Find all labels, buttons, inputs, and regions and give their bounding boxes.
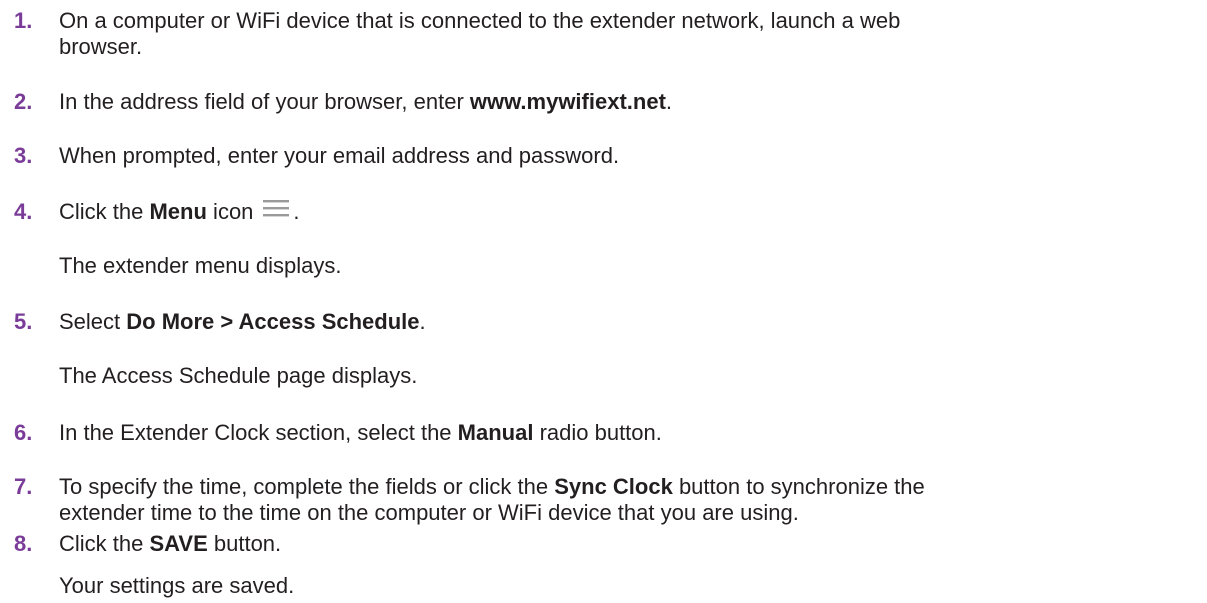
step-number: 1. [14,8,33,33]
step-8-result: Your settings are saved. [59,573,295,598]
menu-path: Do More > Access Schedule [126,309,420,334]
step-text-part: In the address field of your browser, en… [59,89,470,114]
step-text-part: icon [206,199,254,224]
step-text: To specify the time, complete the fields… [59,474,1199,526]
step-text-part: . [665,89,673,114]
step-text-part: To specify the time, complete the fields… [59,474,555,499]
step-number: 3. [14,143,33,168]
step-text-part: In the Extender Clock section, select th… [59,420,458,445]
step-text: Select Do More > Access Schedule. [59,309,1199,335]
step-text: In the Extender Clock section, select th… [59,420,1199,446]
step-number: 8. [14,531,33,556]
step-text-line: extender time to the time on the compute… [59,500,799,525]
step-text-part: button. [207,531,282,556]
step-text-part: Click the [59,199,150,224]
step-text: In the address field of your browser, en… [59,89,1199,115]
step-text: On a computer or WiFi device that is con… [59,8,1199,60]
step-number: 4. [14,199,33,224]
step-text-part: Click the [59,531,150,556]
step-text: When prompted, enter your email address … [59,143,620,168]
step-text-part: button to synchronize the [672,474,925,499]
step-5-result: The Access Schedule page displays. [59,363,418,388]
step-4-result: The extender menu displays. [59,253,342,278]
step-text-line: To specify the time, complete the fields… [59,474,1199,500]
step-number: 5. [14,309,33,334]
save-label: SAVE [149,531,208,556]
step-number: 6. [14,420,33,445]
step-text-line: browser. [59,34,143,59]
step-text: Click the Menu icon. [59,199,1199,225]
step-text-part: . [293,199,300,224]
hamburger-menu-icon [263,197,290,223]
step-text: Click the SAVE button. [59,531,1199,557]
address-url: www.mywifiext.net [469,89,666,114]
step-text-part: Select [59,309,127,334]
sync-clock-label: Sync Clock [554,474,673,499]
step-text-part: . [419,309,426,334]
step-number: 7. [14,474,33,499]
manual-label: Manual [457,420,534,445]
step-text-line: On a computer or WiFi device that is con… [59,8,901,33]
step-text-part: radio button. [533,420,662,445]
menu-label: Menu [149,199,207,224]
step-number: 2. [14,89,33,114]
